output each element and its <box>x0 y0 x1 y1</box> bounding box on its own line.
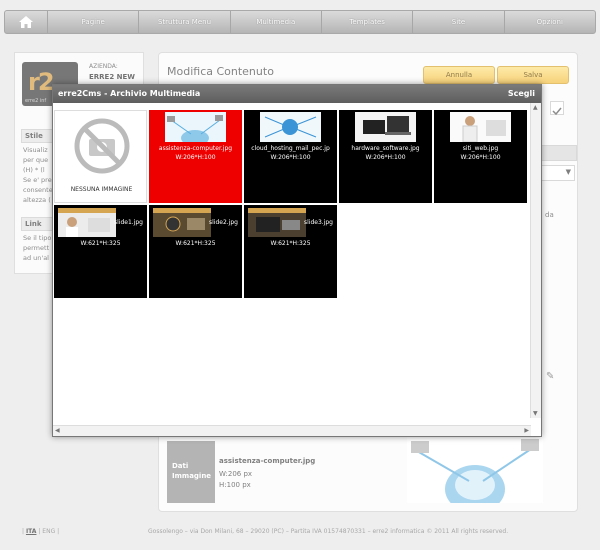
tile-filename: slide2.jpg <box>209 219 238 226</box>
tile-slide1[interactable]: slide1.jpg W:621*H:325 <box>54 205 147 298</box>
tile-dimensions: W:621*H:325 <box>270 240 311 247</box>
tile-hardware-software[interactable]: hardware_software.jpg W:206*H:100 <box>339 110 432 203</box>
thumbnail <box>165 112 226 142</box>
thumbnail <box>248 208 306 237</box>
tile-dimensions: W:206*H:100 <box>175 154 216 161</box>
scroll-left-icon[interactable]: ◀ <box>55 427 60 434</box>
tile-dimensions: W:621*H:325 <box>175 240 216 247</box>
tile-label: NESSUNA IMMAGINE <box>70 186 133 193</box>
tile-dimensions: W:206*H:100 <box>365 154 406 161</box>
tile-slide2[interactable]: slide2.jpg W:621*H:325 <box>149 205 242 298</box>
thumbnail <box>153 208 211 237</box>
choose-button[interactable]: Scegli <box>508 85 535 103</box>
scroll-right-icon[interactable]: ▶ <box>524 427 529 434</box>
tile-cloud-hosting[interactable]: cloud_hosting_mail_pec.jp W:206*H:100 <box>244 110 337 203</box>
tile-filename: hardware_software.jpg <box>351 145 420 152</box>
scroll-down-icon[interactable]: ▼ <box>533 410 538 417</box>
tile-dimensions: W:621*H:325 <box>80 240 121 247</box>
tile-no-image[interactable]: NESSUNA IMMAGINE <box>54 110 147 203</box>
scroll-up-icon[interactable]: ▲ <box>533 104 538 111</box>
media-gallery: NESSUNA IMMAGINE assistenza-computer.jpg… <box>54 110 529 420</box>
modal-title: erre2Cms - Archivio Multimedia <box>58 89 201 98</box>
media-archive-modal: erre2Cms - Archivio Multimedia Scegli NE… <box>52 84 542 437</box>
tile-filename: siti_web.jpg <box>462 145 499 152</box>
tile-assistenza-computer[interactable]: assistenza-computer.jpg W:206*H:100 <box>149 110 242 203</box>
tile-siti-web[interactable]: siti_web.jpg W:206*H:100 <box>434 110 527 203</box>
thumbnail <box>260 112 321 142</box>
tile-slide3[interactable]: slide3.jpg W:621*H:325 <box>244 205 337 298</box>
no-image-icon <box>74 118 130 174</box>
thumbnail <box>450 112 511 142</box>
thumbnail <box>58 208 116 237</box>
horizontal-scrollbar[interactable]: ◀ ▶ <box>53 425 531 436</box>
tile-filename: slide3.jpg <box>304 219 333 226</box>
tile-filename: slide1.jpg <box>114 219 143 226</box>
vertical-scrollbar[interactable]: ▲ ▼ <box>530 103 541 418</box>
tile-dimensions: W:206*H:100 <box>460 154 501 161</box>
modal-header: erre2Cms - Archivio Multimedia Scegli <box>53 85 541 103</box>
tile-filename: assistenza-computer.jpg <box>158 145 233 152</box>
tile-dimensions: W:206*H:100 <box>270 154 311 161</box>
thumbnail <box>355 112 416 142</box>
tile-filename: cloud_hosting_mail_pec.jp <box>251 145 330 152</box>
